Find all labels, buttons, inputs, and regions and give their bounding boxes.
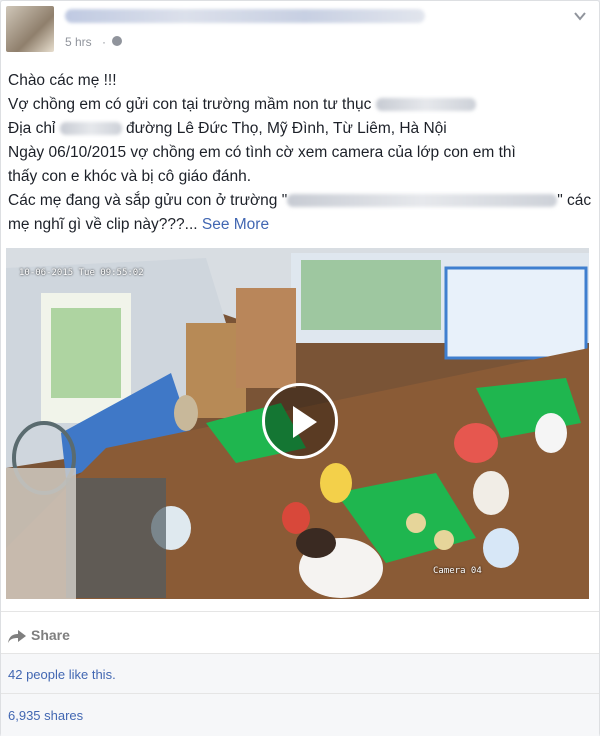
redacted-school-name xyxy=(375,98,476,112)
video-player[interactable]: 10-06-2015 Tue 09:55:02 Camera 04 xyxy=(6,248,589,599)
shares-summary: 6,935 shares xyxy=(1,693,599,736)
message-line: Vợ chồng em có gửi con tại trường mầm no… xyxy=(8,93,476,117)
author-name-blurred[interactable] xyxy=(65,9,425,23)
redacted-address xyxy=(59,122,122,136)
share-arrow-icon[interactable] xyxy=(8,628,26,647)
time-separator: · xyxy=(102,35,106,49)
globe-icon xyxy=(112,36,122,46)
chevron-down-icon[interactable] xyxy=(573,9,587,23)
post-time[interactable]: 5 hrs xyxy=(65,35,92,49)
likes-summary: 42 people like this. xyxy=(1,653,599,694)
redacted-school-name xyxy=(287,194,558,208)
play-button[interactable] xyxy=(262,383,338,459)
post-card: 5 hrs · Chào các mẹ !!! Vợ chồng em có g… xyxy=(0,0,600,736)
post-header: 5 hrs · xyxy=(1,1,599,61)
message-line: Ngày 06/10/2015 vợ chồng em có tình cờ x… xyxy=(8,144,516,161)
camera-timestamp: 10-06-2015 Tue 09:55:02 xyxy=(19,268,144,278)
shares-count-link[interactable]: 6,935 shares xyxy=(8,708,83,723)
message-line: Chào các mẹ !!! xyxy=(8,72,117,89)
camera-label: Camera 04 xyxy=(433,566,482,576)
message-line: mẹ nghĩ gì về clip này???... See More xyxy=(8,216,270,233)
likes-count-link[interactable]: 42 people like this. xyxy=(8,667,116,682)
see-more-link[interactable]: See More xyxy=(202,216,269,233)
message-line: thấy con e khóc và bị cô giáo đánh. xyxy=(8,168,251,185)
action-bar: Share xyxy=(1,611,599,654)
share-button[interactable]: Share xyxy=(31,627,70,643)
message-line: Địa chỉ đường Lê Đức Thọ, Mỹ Đình, Từ Li… xyxy=(8,120,447,137)
author-avatar[interactable] xyxy=(6,6,54,52)
message-line: Các mẹ đang và sắp gửu con ở trường " " c… xyxy=(8,192,592,209)
